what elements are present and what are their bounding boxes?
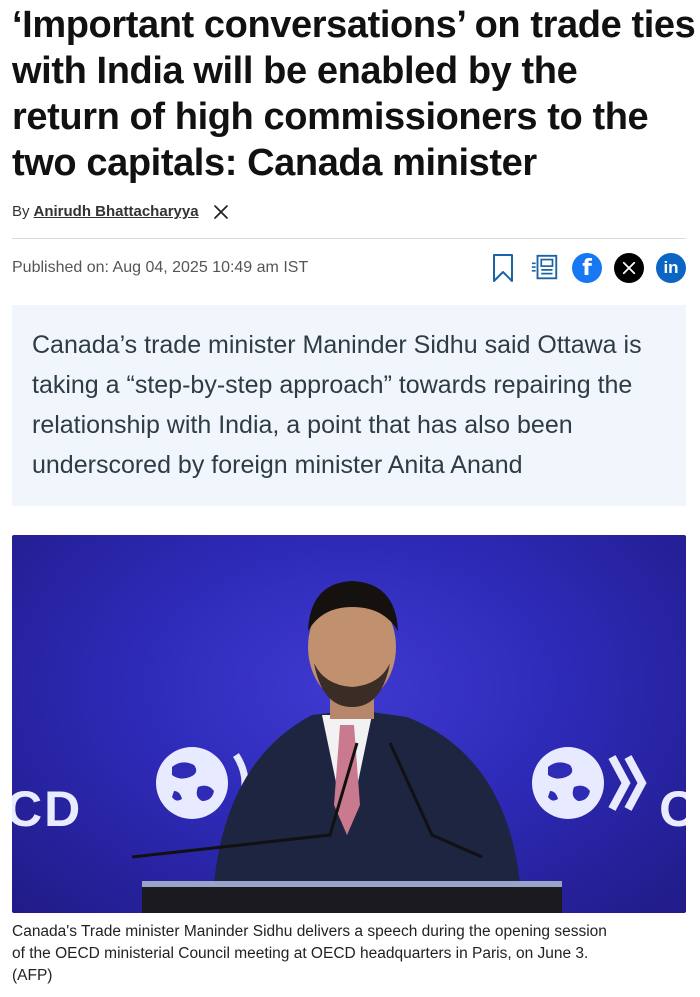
summary-line: underscored by foreign minister Anita An… <box>32 451 523 479</box>
x-icon[interactable] <box>614 253 644 283</box>
headline: ‘Important conversations’ on trade ties … <box>12 2 696 186</box>
byline-prefix: By <box>12 203 30 220</box>
headline-line: two capitals: Canada minister <box>12 142 537 184</box>
published-date: Published on: Aug 04, 2025 10:49 am IST <box>12 259 309 276</box>
author-link[interactable]: Anirudh Bhattacharyya <box>34 203 199 220</box>
article-summary: Canada’s trade minister Maninder Sidhu s… <box>12 305 686 506</box>
author-x-icon[interactable] <box>213 204 229 220</box>
bookmark-icon[interactable] <box>488 253 518 283</box>
photo-caption: Canada's Trade minister Maninder Sidhu d… <box>12 921 686 987</box>
summary-line: taking a “step-by-step approach” towards… <box>32 371 633 399</box>
speaker-figure <box>212 581 522 913</box>
summary-line: relationship with India, a point that ha… <box>32 411 573 439</box>
share-bar: f in <box>488 253 686 283</box>
headline-line: ‘Important conversations’ on trade ties <box>12 4 696 46</box>
oecd-globe-right <box>532 747 647 819</box>
photo-illustration <box>131 581 647 913</box>
news-feed-icon[interactable] <box>530 253 560 283</box>
facebook-icon[interactable]: f <box>572 253 602 283</box>
lead-photo: CD O <box>12 535 686 913</box>
byline: By Anirudh Bhattacharyya <box>12 203 229 220</box>
caption-line: Canada's Trade minister Maninder Sidhu d… <box>12 923 607 940</box>
headline-line: with India will be enabled by the <box>12 50 578 92</box>
divider <box>12 238 686 239</box>
caption-line: (AFP) <box>12 967 53 984</box>
backdrop-logo-right: O <box>659 781 686 837</box>
summary-line: Canada’s trade minister Maninder Sidhu s… <box>32 331 642 359</box>
headline-line: return of high commissioners to the <box>12 96 649 138</box>
linkedin-icon[interactable]: in <box>656 253 686 283</box>
caption-line: of the OECD ministerial Council meeting … <box>12 945 589 962</box>
